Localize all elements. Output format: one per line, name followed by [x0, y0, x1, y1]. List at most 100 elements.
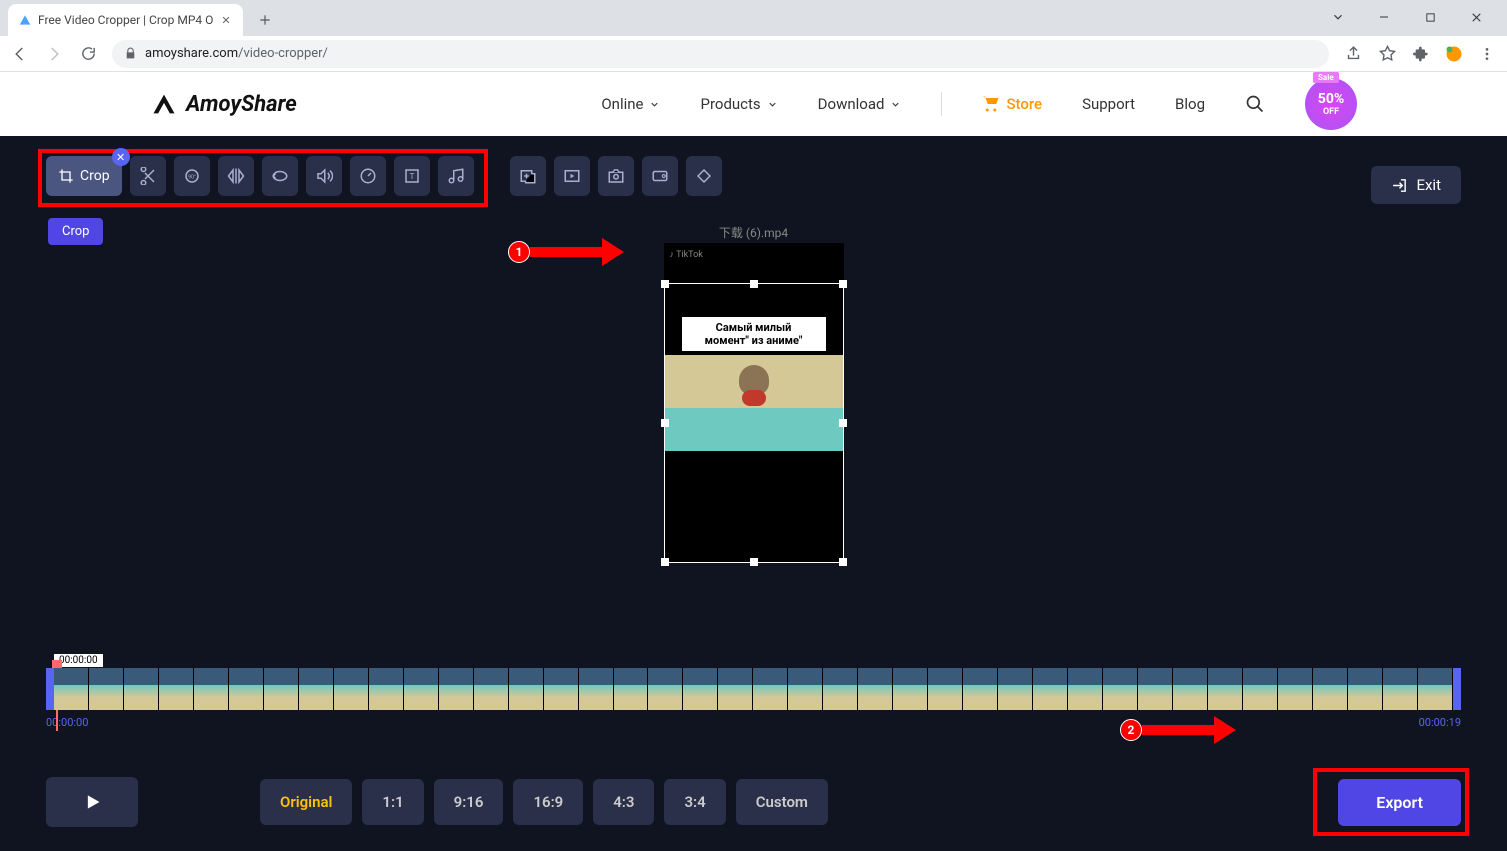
tool-music-button[interactable] [438, 156, 474, 196]
ratio-9-16-button[interactable]: 9:16 [434, 779, 504, 825]
record-icon [563, 167, 581, 185]
crop-handle-tr[interactable] [839, 280, 847, 288]
crop-handle-bl[interactable] [661, 558, 669, 566]
nav-forward-icon[interactable] [44, 44, 64, 64]
tool-camera-button[interactable] [598, 156, 634, 196]
sale-badge[interactable]: Sale 50% OFF [1305, 78, 1357, 130]
extensions-icon[interactable] [1411, 44, 1431, 64]
nav-back-icon[interactable] [10, 44, 30, 64]
timeline: 00:00:00 00:00:00 00:00:19 [46, 668, 1461, 729]
sale-ribbon: Sale [1313, 72, 1339, 83]
window-close-icon[interactable] [1463, 4, 1489, 30]
ratio-custom-button[interactable]: Custom [736, 779, 828, 825]
extension-badge-icon[interactable] [1445, 45, 1463, 63]
exit-icon [1391, 177, 1408, 194]
chevron-down-icon [649, 99, 660, 110]
flip-icon [227, 167, 245, 185]
browser-tab[interactable]: Free Video Cropper | Crop MP4 O [8, 4, 243, 36]
search-icon[interactable] [1245, 94, 1265, 114]
tool-flip-button[interactable] [218, 156, 254, 196]
video-canvas[interactable]: ♪ TikTok Самый милый момент" из аниме" [664, 243, 844, 563]
crop-handle-tl[interactable] [661, 280, 669, 288]
chevron-down-icon[interactable] [1325, 4, 1351, 30]
tool-tag-button[interactable] [686, 156, 722, 196]
logo-icon [150, 90, 178, 118]
crop-tooltip: Crop [48, 218, 103, 245]
speed-icon [359, 167, 377, 185]
tab-title: Free Video Cropper | Crop MP4 O [38, 13, 213, 27]
exit-button[interactable]: Exit [1371, 166, 1461, 204]
url-domain: amoyshare.com [145, 46, 238, 61]
crop-handle-br[interactable] [839, 558, 847, 566]
annotation-2: 2 [1120, 716, 1236, 744]
ratio-4-3-button[interactable]: 4:3 [593, 779, 654, 825]
tool-crop-button[interactable]: Crop ✕ [46, 156, 122, 196]
ratio-original-button[interactable]: Original [260, 779, 352, 825]
scissors-icon [139, 167, 157, 185]
camera-icon [607, 167, 625, 185]
logo-text: AmoyShare [186, 92, 297, 117]
add-media-icon [519, 167, 537, 185]
tool-close-icon[interactable]: ✕ [112, 148, 130, 166]
crop-handle-ml[interactable] [661, 419, 669, 427]
browser-tab-bar: Free Video Cropper | Crop MP4 O [0, 0, 1507, 36]
tool-volume-button[interactable] [306, 156, 342, 196]
crop-selection[interactable] [664, 283, 844, 563]
video-watermark: ♪ TikTok [670, 249, 703, 260]
url-input[interactable]: amoyshare.com/video-cropper/ [112, 40, 1329, 68]
crop-handle-mr[interactable] [839, 419, 847, 427]
new-tab-button[interactable] [251, 6, 279, 34]
tab-close-icon[interactable] [219, 13, 233, 27]
browser-address-bar: amoyshare.com/video-cropper/ [0, 36, 1507, 72]
nav-reload-icon[interactable] [78, 44, 98, 64]
site-logo[interactable]: AmoyShare [150, 90, 297, 118]
tool-add-media-button[interactable] [510, 156, 546, 196]
ratio-3-4-button[interactable]: 3:4 [664, 779, 725, 825]
timeline-track[interactable] [46, 668, 1461, 710]
tool-text-button[interactable]: T [394, 156, 430, 196]
ratio-16-9-button[interactable]: 16:9 [513, 779, 583, 825]
chevron-down-icon [890, 99, 901, 110]
tool-loop-button[interactable] [262, 156, 298, 196]
music-icon [447, 167, 465, 185]
tool-gif-button[interactable] [642, 156, 678, 196]
tag-icon [695, 167, 713, 185]
editor-toolbar: Crop ✕ 90° T [46, 156, 722, 196]
play-button[interactable] [46, 777, 138, 827]
window-controls [1325, 4, 1507, 36]
crop-handle-bm[interactable] [750, 558, 758, 566]
nav-online[interactable]: Online [601, 95, 660, 113]
cart-icon [982, 95, 1000, 113]
export-button[interactable]: Export [1338, 779, 1461, 826]
nav-blog[interactable]: Blog [1175, 95, 1205, 113]
browser-menu-icon[interactable] [1477, 44, 1497, 64]
tool-speed-button[interactable] [350, 156, 386, 196]
crop-icon [58, 168, 74, 184]
timeline-start: 00:00:00 [46, 716, 88, 729]
tool-record-button[interactable] [554, 156, 590, 196]
timeline-end: 00:00:19 [1419, 716, 1461, 729]
nav-separator [941, 92, 942, 116]
svg-text:T: T [409, 172, 414, 182]
nav-download[interactable]: Download [818, 95, 902, 113]
ratio-1-1-button[interactable]: 1:1 [362, 779, 423, 825]
nav-products[interactable]: Products [700, 95, 777, 113]
video-preview: 下载 (6).mp4 ♪ TikTok Самый милый момент" … [664, 224, 844, 563]
chevron-down-icon [767, 99, 778, 110]
svg-text:90°: 90° [188, 174, 196, 180]
video-editor: Crop ✕ 90° T Exit Crop 下载 (6).mp4 ♪ TikT… [0, 136, 1507, 851]
rotate-icon: 90° [183, 167, 201, 185]
tool-rotate-button[interactable]: 90° [174, 156, 210, 196]
window-maximize-icon[interactable] [1417, 4, 1443, 30]
share-icon[interactable] [1343, 44, 1363, 64]
crop-handle-tm[interactable] [750, 280, 758, 288]
bottom-controls: Original 1:1 9:16 16:9 4:3 3:4 Custom Ex… [46, 777, 1461, 827]
bookmark-star-icon[interactable] [1377, 44, 1397, 64]
nav-support[interactable]: Support [1082, 95, 1135, 113]
window-minimize-icon[interactable] [1371, 4, 1397, 30]
tool-cut-button[interactable] [130, 156, 166, 196]
play-icon [82, 792, 102, 812]
nav-store[interactable]: Store [982, 95, 1042, 113]
text-icon: T [403, 167, 421, 185]
video-filename: 下载 (6).mp4 [719, 224, 788, 241]
